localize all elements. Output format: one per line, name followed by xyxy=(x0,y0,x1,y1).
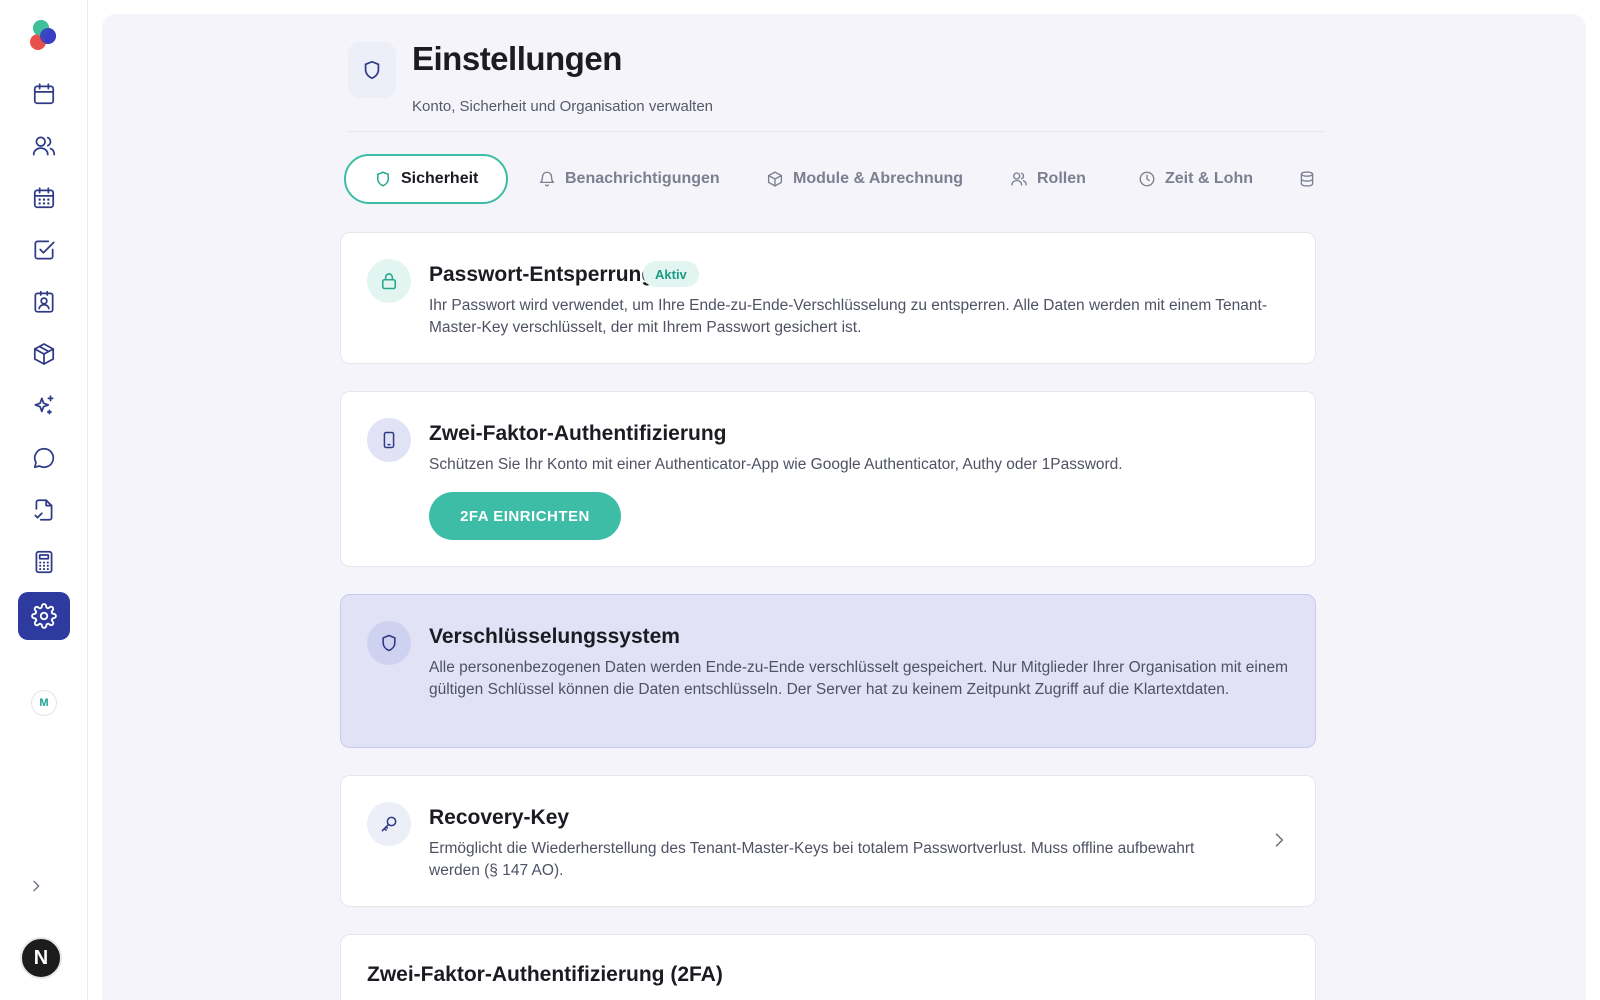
smartphone-icon xyxy=(383,431,395,449)
contact-card-icon xyxy=(34,290,54,313)
chat-icon xyxy=(33,447,55,469)
workspace-avatar[interactable]: M xyxy=(31,690,57,716)
sidebar-item-messages[interactable] xyxy=(18,434,70,482)
tab-label: Module & Abrechnung xyxy=(793,170,964,187)
tab-data[interactable] xyxy=(1288,154,1326,204)
tab-label: Rollen xyxy=(1037,170,1086,187)
key-icon-badge xyxy=(367,802,411,846)
card-description: Schützen Sie Ihr Konto mit einer Authent… xyxy=(429,456,1123,473)
encryption-system-card: Verschlüsselungssystem Alle personenbezo… xyxy=(340,594,1316,748)
user-avatar[interactable]: N xyxy=(20,937,62,979)
section-title: Zwei-Faktor-Authentifizierung (2FA) xyxy=(367,963,723,986)
chevron-right-icon xyxy=(1275,833,1284,847)
recovery-key-card[interactable]: Recovery-Key Ermöglicht die Wiederherste… xyxy=(340,775,1316,907)
page-subtitle: Konto, Sicherheit und Organisation verwa… xyxy=(412,98,714,115)
card-title: Passwort-Entsperrung xyxy=(429,263,655,286)
app-logo[interactable] xyxy=(28,18,60,52)
page-header: Einstellungen Konto, Sicherheit und Orga… xyxy=(348,40,1324,132)
setup-2fa-button[interactable]: 2FA EINRICHTEN xyxy=(429,492,621,540)
gear-icon xyxy=(31,603,57,629)
document-sign-icon xyxy=(34,499,53,521)
sidebar-item-modules[interactable] xyxy=(18,330,70,378)
clock-icon xyxy=(1139,171,1155,187)
lock-icon-badge xyxy=(367,259,411,303)
checkbox-icon xyxy=(34,240,55,260)
sidebar-item-ai[interactable] xyxy=(18,382,70,430)
package-icon xyxy=(767,171,783,187)
card-title: Verschlüsselungssystem xyxy=(429,625,680,648)
chevron-right-icon xyxy=(33,880,40,892)
tab-label: Sicherheit xyxy=(401,170,479,187)
bell-icon xyxy=(539,171,555,187)
users-icon xyxy=(1011,172,1027,186)
lock-icon xyxy=(381,273,397,290)
sidebar-item-contacts[interactable] xyxy=(18,278,70,326)
tab-label: Zeit & Lohn xyxy=(1165,170,1253,187)
calendar-grid-icon xyxy=(33,187,55,209)
shield-icon-badge xyxy=(367,621,411,665)
card-title: Recovery-Key xyxy=(429,806,570,829)
shield-icon xyxy=(382,634,396,652)
tab-notifications[interactable]: Benachrichtigungen xyxy=(528,154,730,204)
header-icon-badge xyxy=(348,42,396,98)
calendar-icon xyxy=(33,83,55,105)
sidebar-item-documents[interactable] xyxy=(18,486,70,534)
card-description: Ihr Passwort wird verwendet, um Ihre End… xyxy=(429,297,1267,336)
password-unlock-card: Passwort-Entsperrung Aktiv Ihr Passwort … xyxy=(340,232,1316,364)
two-factor-card: Zwei-Faktor-Authentifizierung Schützen S… xyxy=(340,391,1316,567)
tab-security[interactable]: Sicherheit xyxy=(344,154,509,204)
sidebar-item-team[interactable] xyxy=(18,122,70,170)
card-description: Alle personenbezogenen Daten werden Ende… xyxy=(429,659,1288,698)
tab-time-payroll[interactable]: Zeit & Lohn xyxy=(1128,154,1263,204)
sidebar-item-settings[interactable] xyxy=(18,592,70,640)
sidebar-item-calculator[interactable] xyxy=(18,538,70,586)
sidebar-item-calendar[interactable] xyxy=(18,70,70,118)
page-title: Einstellungen xyxy=(412,40,622,77)
card-title: Zwei-Faktor-Authentifizierung xyxy=(429,422,727,445)
tab-roles[interactable]: Rollen xyxy=(1000,154,1096,204)
shield-icon xyxy=(364,60,380,80)
main-content: Einstellungen Konto, Sicherheit und Orga… xyxy=(102,14,1586,1000)
status-badge: Aktiv xyxy=(643,261,699,287)
card-description: Ermöglicht die Wiederherstellung des Ten… xyxy=(429,840,1195,879)
package-icon xyxy=(33,343,55,365)
users-icon xyxy=(32,136,56,156)
calculator-icon xyxy=(35,550,53,574)
settings-tabs: Sicherheit Benachrichtigungen Module & A… xyxy=(344,154,1326,204)
database-icon xyxy=(1300,171,1314,187)
shield-icon xyxy=(377,171,389,187)
phone-icon-badge xyxy=(367,418,411,462)
expand-sidebar-button[interactable] xyxy=(22,872,50,900)
tab-label: Benachrichtigungen xyxy=(565,170,720,187)
two-factor-section-card: Zwei-Faktor-Authentifizierung (2FA) xyxy=(340,934,1316,1000)
sidebar-item-tasks[interactable] xyxy=(18,226,70,274)
tab-modules-billing[interactable]: Module & Abrechnung xyxy=(756,154,973,204)
sidebar: M N xyxy=(0,0,88,1000)
sparkles-icon xyxy=(34,395,54,415)
sidebar-item-schedule[interactable] xyxy=(18,174,70,222)
key-icon xyxy=(381,816,397,832)
